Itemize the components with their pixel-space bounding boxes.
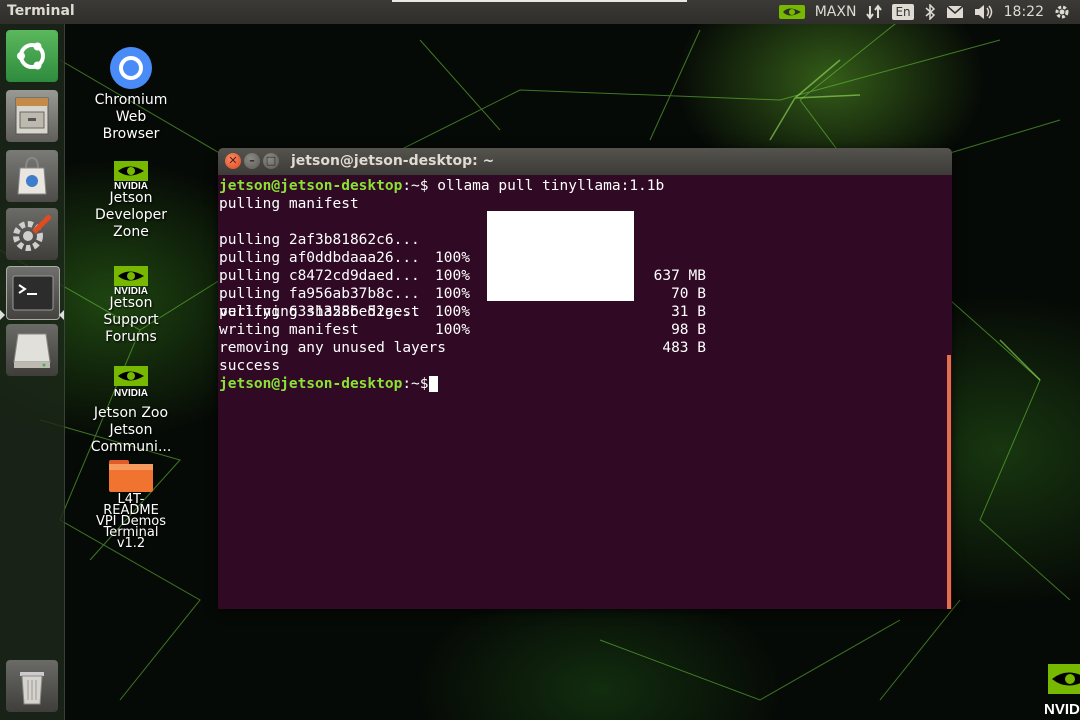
active-indicator-left bbox=[0, 310, 5, 320]
svg-text:NVIDIA: NVIDIA bbox=[114, 286, 148, 295]
svg-text:NVIDIA: NVIDIA bbox=[114, 388, 148, 399]
prompt-line[interactable]: jetson@jetson-desktop:~$ bbox=[219, 375, 438, 393]
active-indicator-right bbox=[59, 310, 64, 320]
output-line: removing any unused layers bbox=[219, 340, 446, 356]
panel-strip bbox=[392, 0, 687, 2]
minimize-button[interactable]: – bbox=[244, 153, 260, 169]
desktop-icon-jetson-support-forums[interactable]: NVIDIA Jetson Support Forums bbox=[81, 265, 181, 346]
layer-line: pulling 6331358be52a... 100% 483 B bbox=[219, 304, 706, 356]
layer-line: pulling 2af3b81862c6... 100% 637 MB bbox=[219, 232, 706, 284]
ubuntu-logo-icon bbox=[17, 42, 45, 70]
nvidia-icon: NVIDIA bbox=[114, 161, 148, 190]
network-icon[interactable] bbox=[866, 4, 883, 20]
settings-wrench-icon bbox=[13, 214, 52, 251]
keyboard-layout-indicator[interactable]: En bbox=[892, 4, 914, 20]
svg-text:NVIDIA: NVIDIA bbox=[1044, 701, 1080, 718]
launcher-item-software[interactable] bbox=[6, 150, 58, 202]
clock[interactable]: 18:22 bbox=[1004, 4, 1044, 20]
top-panel: Terminal MAXN En 18:22 bbox=[0, 0, 1080, 24]
launcher-item-settings[interactable] bbox=[6, 208, 58, 260]
file-cabinet-icon bbox=[15, 97, 49, 135]
output-line: writing manifest bbox=[219, 322, 359, 338]
close-button[interactable]: ✕ bbox=[225, 153, 241, 169]
launcher-item-trash[interactable] bbox=[6, 660, 58, 712]
desktop-icon-jetson-developer-zone[interactable]: NVIDIA Jetson Developer Zone bbox=[81, 160, 181, 241]
layer-line: pulling fa956ab37b8c... 100% 98 B bbox=[219, 286, 706, 338]
trash-icon bbox=[20, 672, 44, 705]
command-line: jetson@jetson-desktop:~$ ollama pull tin… bbox=[219, 178, 665, 194]
output-line: success bbox=[219, 358, 281, 374]
progress-bar-block bbox=[487, 211, 634, 301]
desktop-icon-folder-stack[interactable]: L4T- README VPI Demos Terminal v1.2 bbox=[81, 458, 181, 550]
desktop-icon-chromium[interactable]: Chromium Web Browser bbox=[81, 44, 181, 143]
text-cursor bbox=[428, 376, 438, 392]
maximize-icon: □ bbox=[265, 154, 277, 167]
indicator-area: MAXN En 18:22 bbox=[778, 0, 1080, 24]
scrollbar[interactable] bbox=[947, 355, 951, 609]
close-icon: ✕ bbox=[228, 154, 238, 167]
svg-text:NVIDIA: NVIDIA bbox=[114, 181, 148, 190]
window-titlebar[interactable]: ✕ – □ jetson@jetson-desktop: ~ bbox=[218, 148, 952, 175]
launcher-item-terminal[interactable] bbox=[6, 266, 60, 320]
drive-icon bbox=[13, 333, 51, 368]
volume-icon[interactable] bbox=[974, 4, 994, 20]
shopping-bag-icon bbox=[17, 156, 47, 195]
desktop-icon-jetson-zoo-community[interactable]: NVIDIA Jetson Zoo Jetson Communi... bbox=[81, 365, 181, 456]
terminal-icon bbox=[12, 275, 54, 311]
layer-line: pulling af0ddbdaaa26... 100% 70 B bbox=[219, 250, 706, 302]
layer-line: pulling c8472cd9daed... 100% 31 B bbox=[219, 268, 706, 320]
output-line: verifying sha256 digest bbox=[219, 304, 420, 320]
nvidia-icon: NVIDIA bbox=[1044, 664, 1080, 718]
power-mode-label[interactable]: MAXN bbox=[815, 4, 857, 20]
nvidia-icon: NVIDIA bbox=[114, 266, 148, 295]
terminal-output[interactable]: jetson@jetson-desktop:~$ ollama pull tin… bbox=[218, 175, 952, 609]
nvidia-icon: NVIDIA bbox=[114, 366, 148, 399]
bluetooth-icon[interactable] bbox=[924, 4, 936, 20]
corner-nvidia-logo: NVIDIA bbox=[1042, 662, 1080, 720]
nvidia-icon[interactable] bbox=[778, 4, 805, 20]
window-title: jetson@jetson-desktop: ~ bbox=[291, 153, 495, 169]
app-title: Terminal bbox=[7, 3, 75, 19]
launcher-item-disk[interactable] bbox=[6, 324, 58, 376]
minimize-icon: – bbox=[249, 154, 255, 167]
mail-icon[interactable] bbox=[946, 5, 964, 19]
folder-icon bbox=[109, 460, 153, 492]
terminal-window[interactable]: ✕ – □ jetson@jetson-desktop: ~ jetson@je… bbox=[218, 148, 952, 609]
launcher-item-dash[interactable] bbox=[6, 30, 58, 82]
chromium-icon bbox=[110, 47, 152, 89]
launcher-item-files[interactable] bbox=[6, 90, 58, 142]
gear-icon[interactable] bbox=[1054, 4, 1070, 20]
launcher bbox=[0, 24, 65, 720]
output-line: pulling manifest bbox=[219, 196, 359, 212]
maximize-button[interactable]: □ bbox=[263, 153, 279, 169]
